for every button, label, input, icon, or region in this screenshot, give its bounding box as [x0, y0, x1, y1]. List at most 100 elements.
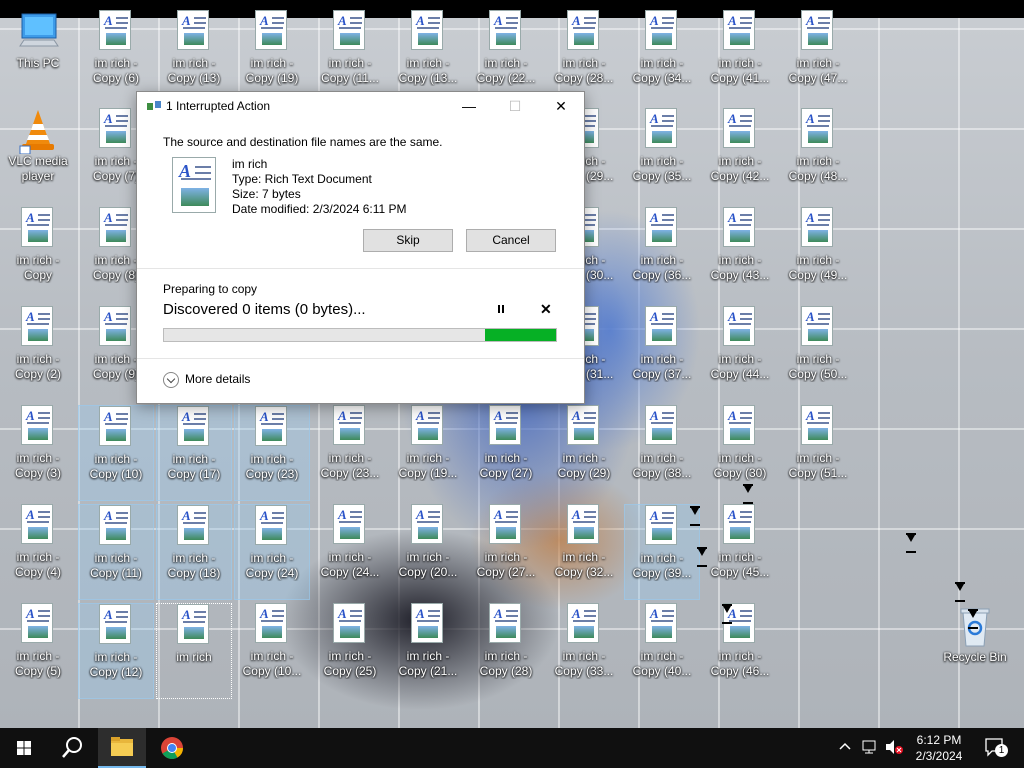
volume-muted-icon[interactable] [884, 739, 904, 758]
desktop-file-icon[interactable]: Aim rich - Copy (21... [390, 603, 466, 699]
desktop-file-icon[interactable]: Aim rich [156, 603, 232, 699]
this-pc-shortcut[interactable]: This PC [0, 10, 76, 106]
file-label: im rich - Copy (18) [167, 551, 221, 580]
rtf-document-icon: A [723, 306, 757, 348]
vlc-cone-icon [19, 108, 55, 155]
rtf-document-icon: A [645, 207, 679, 249]
action-center-button[interactable]: 1 [984, 737, 1008, 759]
rtf-document-icon: A [489, 405, 523, 447]
rtf-document-icon: A [99, 406, 133, 448]
desktop-file-icon[interactable]: Aim rich - Copy (46... [702, 603, 778, 699]
desktop-file-icon[interactable]: Aim rich - Copy (24... [312, 504, 388, 600]
desktop-file-icon[interactable]: Aim rich - Copy (44... [702, 306, 778, 402]
desktop-file-icon[interactable]: Aim rich - Copy (45... [702, 504, 778, 600]
close-button[interactable]: ✕ [538, 92, 584, 120]
show-hidden-icons-button[interactable] [838, 739, 854, 756]
desktop-file-icon[interactable]: Aim rich - Copy (43... [702, 207, 778, 303]
file-label: im rich - Copy (13) [167, 56, 221, 85]
cancel-button[interactable]: Cancel [466, 229, 556, 252]
pause-button[interactable] [494, 303, 508, 317]
rtf-document-icon: A [333, 504, 367, 546]
desktop-file-icon[interactable]: Aim rich - Copy (42... [702, 108, 778, 204]
desktop-file-icon[interactable]: Aim rich - Copy (24) [234, 504, 310, 600]
file-label: im rich - Copy (48... [788, 154, 848, 183]
desktop-file-icon[interactable]: Aim rich - Copy (35... [624, 108, 700, 204]
rtf-document-icon: A [99, 505, 133, 547]
desktop-file-icon[interactable]: Aim rich - Copy (29) [546, 405, 622, 501]
desktop-file-icon[interactable]: Aim rich - Copy (23... [312, 405, 388, 501]
desktop-file-icon[interactable]: Aim rich - Copy (27) [468, 405, 544, 501]
file-label: im rich - Copy (34... [632, 56, 692, 85]
desktop-file-icon[interactable]: Aim rich - Copy (41... [702, 10, 778, 106]
file-label: im rich - Copy (3) [14, 451, 61, 480]
file-label: im rich - Copy (30) [713, 451, 767, 480]
desktop-file-icon[interactable]: Aim rich - Copy (47... [780, 10, 856, 106]
desktop-file-icon[interactable]: Aim rich - Copy [0, 207, 76, 303]
desktop-file-icon[interactable]: Aim rich - Copy (33... [546, 603, 622, 699]
clock[interactable]: 6:12 PM 2/3/2024 [908, 732, 970, 764]
stop-button[interactable]: ✕ [540, 301, 552, 318]
file-explorer-taskbar-button[interactable] [98, 728, 146, 768]
skip-button[interactable]: Skip [363, 229, 453, 252]
file-label: im rich - Copy (37... [632, 352, 692, 381]
divider [137, 268, 584, 269]
desktop-file-icon[interactable]: Aim rich - Copy (23) [234, 405, 310, 501]
desktop-file-icon[interactable]: Aim rich - Copy (48... [780, 108, 856, 204]
desktop-file-icon[interactable]: Aim rich - Copy (3) [0, 405, 76, 501]
desktop-file-icon[interactable]: Aim rich - Copy (25) [312, 603, 388, 699]
desktop-file-icon[interactable]: Aim rich - Copy (34... [624, 10, 700, 106]
desktop-file-icon[interactable]: Aim rich - Copy (51... [780, 405, 856, 501]
file-label: im rich - Copy (22... [476, 56, 536, 85]
desktop-file-icon[interactable]: Aim rich - Copy (10) [78, 405, 154, 501]
rtf-document-icon: A [723, 10, 757, 52]
desktop-file-icon[interactable]: Aim rich - Copy (11) [78, 504, 154, 600]
maximize-button: ☐ [508, 98, 522, 114]
file-label: im rich - Copy (49... [788, 253, 848, 282]
desktop-file-icon[interactable]: Aim rich - Copy (36... [624, 207, 700, 303]
rtf-document-icon: A [645, 108, 679, 150]
file-label: im rich - Copy (27... [476, 550, 536, 579]
desktop-file-icon[interactable]: Aim rich - Copy (12) [78, 603, 154, 699]
desktop-file-icon[interactable]: Aim rich - Copy (5) [0, 603, 76, 699]
desktop-file-icon[interactable]: Aim rich - Copy (49... [780, 207, 856, 303]
search-button[interactable] [48, 728, 96, 768]
desktop-file-icon[interactable]: Aim rich - Copy (17) [156, 405, 232, 501]
desktop-file-icon[interactable]: Aim rich - Copy (27... [468, 504, 544, 600]
file-label: im rich - Copy (10... [242, 649, 302, 678]
folder-icon [111, 737, 133, 756]
desktop-file-icon[interactable]: Aim rich - Copy (32... [546, 504, 622, 600]
rtf-document-icon: A [21, 405, 55, 447]
vlc-shortcut[interactable]: VLC media player [0, 108, 76, 204]
minimize-button[interactable]: — [446, 92, 492, 120]
desktop-file-icon[interactable]: Aim rich - Copy (10... [234, 603, 310, 699]
file-size: Size: 7 bytes [232, 187, 301, 201]
rtf-document-icon: A [567, 405, 601, 447]
desktop-file-icon[interactable]: Aim rich - Copy (20... [390, 504, 466, 600]
desktop-file-icon[interactable]: Aim rich - Copy (40... [624, 603, 700, 699]
start-button[interactable] [0, 728, 48, 768]
desktop-file-icon[interactable]: Aim rich - Copy (28) [468, 603, 544, 699]
more-details-label: More details [185, 372, 251, 387]
rtf-document-icon: A [99, 604, 133, 646]
chrome-taskbar-button[interactable] [148, 728, 196, 768]
desktop-file-icon[interactable]: Aim rich - Copy (2) [0, 306, 76, 402]
rtf-document-icon: A [723, 504, 757, 546]
more-details-toggle[interactable]: More details [163, 372, 250, 388]
file-label: im rich - Copy (20... [398, 550, 458, 579]
desktop-file-icon[interactable]: Aim rich - Copy (18) [156, 504, 232, 600]
rtf-document-icon: A [489, 10, 523, 52]
desktop-file-icon[interactable]: Aim rich - Copy (37... [624, 306, 700, 402]
rtf-document-icon: A [177, 10, 211, 52]
network-icon[interactable] [862, 739, 880, 758]
rtf-document-icon: A [333, 603, 367, 645]
rtf-document-icon: A [99, 207, 133, 249]
rtf-document-icon: A [255, 603, 289, 645]
rtf-document-icon: A [177, 406, 211, 448]
desktop-file-icon[interactable]: Aim rich - Copy (50... [780, 306, 856, 402]
file-label: im rich - Copy (4) [14, 550, 61, 579]
desktop-file-icon[interactable]: Aim rich - Copy (4) [0, 504, 76, 600]
desktop-file-icon[interactable]: Aim rich - Copy (19... [390, 405, 466, 501]
desktop-file-icon[interactable]: Aim rich - Copy (30) [702, 405, 778, 501]
dialog-titlebar[interactable]: 1 Interrupted Action — ☐ ✕ [137, 92, 584, 120]
desktop-file-icon[interactable]: Aim rich - Copy (38... [624, 405, 700, 501]
